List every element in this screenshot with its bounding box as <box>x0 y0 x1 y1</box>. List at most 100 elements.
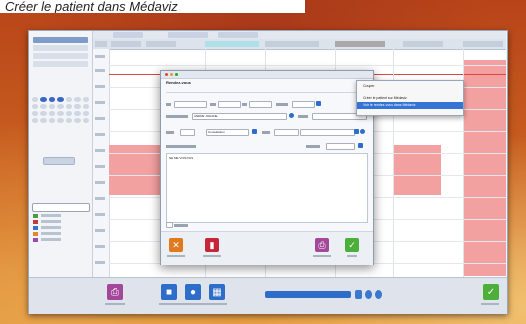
print-appointment-button[interactable]: ⎙ <box>315 238 329 252</box>
ok-button[interactable]: ✓ <box>345 238 359 252</box>
type-label <box>166 131 174 134</box>
search-input[interactable] <box>32 203 90 212</box>
day-cell[interactable] <box>74 97 81 102</box>
day-cell[interactable] <box>32 118 39 123</box>
day-cell[interactable] <box>74 111 81 116</box>
start-time-field[interactable] <box>218 101 241 108</box>
day-header[interactable] <box>146 41 176 47</box>
patient-info-icon[interactable] <box>289 113 294 118</box>
minimize-window-button[interactable] <box>170 73 173 76</box>
day-header[interactable] <box>335 41 385 47</box>
option-checkbox[interactable] <box>166 222 173 228</box>
menu-item-cut[interactable]: Couper <box>357 83 463 90</box>
practitioner-item[interactable] <box>33 37 88 43</box>
day-cell[interactable] <box>40 104 47 109</box>
day-header[interactable] <box>265 41 319 47</box>
day-cell[interactable] <box>48 111 56 116</box>
end-time-field[interactable] <box>249 101 272 108</box>
day-cell[interactable] <box>82 104 89 109</box>
location-info-icon[interactable] <box>360 129 365 134</box>
calendar-icon[interactable] <box>355 290 362 299</box>
menu-item-create-patient[interactable]: Créer le patient sur Médaviz <box>357 95 463 102</box>
legend-item <box>33 231 61 236</box>
time-label <box>95 229 105 232</box>
day-headers <box>93 39 506 50</box>
time-label <box>95 165 105 168</box>
save-button[interactable]: ✓ <box>483 284 499 300</box>
practitioner-item[interactable] <box>33 53 88 59</box>
location-field[interactable] <box>300 129 355 136</box>
day-cell[interactable] <box>65 104 73 109</box>
day-cell[interactable] <box>32 97 39 102</box>
day-cell[interactable] <box>48 118 56 123</box>
date-navigation[interactable] <box>265 291 351 298</box>
day-cell[interactable] <box>65 111 73 116</box>
location-dropdown-icon[interactable] <box>354 129 359 134</box>
zoom-in-icon[interactable] <box>365 290 372 299</box>
day-header[interactable] <box>463 41 503 47</box>
day-header[interactable] <box>205 41 259 47</box>
day-cell[interactable] <box>74 104 81 109</box>
day-cell[interactable] <box>82 118 89 123</box>
appointment-block[interactable] <box>463 60 506 276</box>
status-dropdown-icon[interactable] <box>358 143 363 148</box>
cancel-icon: ✕ <box>172 239 180 250</box>
check-icon: ✓ <box>348 239 356 250</box>
practitioner-item[interactable] <box>33 61 88 67</box>
zoom-out-icon[interactable] <box>375 290 382 299</box>
comment-textarea[interactable]: NE ME VOIS PAS <box>166 153 368 223</box>
phone-label <box>298 115 308 118</box>
day-cell[interactable] <box>57 111 64 116</box>
day-cell[interactable] <box>57 104 64 109</box>
date-field[interactable] <box>174 101 207 108</box>
day-cell[interactable] <box>40 111 47 116</box>
type-color-swatch[interactable] <box>180 129 195 136</box>
type-select[interactable]: Consultation <box>206 129 249 136</box>
menu-item-view-appointment[interactable]: Voir le rendez-vous dans Médaviz <box>357 102 463 109</box>
today-button[interactable] <box>43 157 75 165</box>
time-column <box>93 49 110 277</box>
day-cell[interactable] <box>57 118 64 123</box>
time-label <box>95 117 105 120</box>
day-cell[interactable] <box>32 111 39 116</box>
day-cell[interactable] <box>82 111 89 116</box>
maximize-window-button[interactable] <box>175 73 178 76</box>
toolbar-button[interactable]: ■ <box>161 284 177 300</box>
type-row: Consultation <box>166 129 366 136</box>
color-field[interactable] <box>274 129 299 136</box>
day-cell[interactable] <box>65 97 73 102</box>
delete-button[interactable]: ▮ <box>205 238 219 252</box>
day-cell[interactable] <box>65 118 73 123</box>
patient-row: ANDRE JOHANE <box>166 113 367 120</box>
cancel-button[interactable]: ✕ <box>169 238 183 252</box>
toolbar-labels <box>159 303 227 305</box>
day-cell[interactable] <box>40 97 47 102</box>
type-dropdown-icon[interactable] <box>252 129 257 134</box>
toolbar-button[interactable]: ▦ <box>209 284 225 300</box>
practitioner-item[interactable] <box>33 45 88 51</box>
time-label <box>95 197 105 200</box>
toolbar-button[interactable]: ● <box>185 284 201 300</box>
day-cell[interactable] <box>48 104 56 109</box>
day-cell[interactable] <box>32 104 39 109</box>
close-window-button[interactable] <box>165 73 168 76</box>
status-select[interactable] <box>326 143 355 150</box>
day-cell[interactable] <box>40 118 47 123</box>
day-cell[interactable] <box>57 97 64 102</box>
day-cell[interactable] <box>82 97 89 102</box>
day-cell[interactable] <box>48 97 56 102</box>
comment-label <box>166 145 196 148</box>
duration-field[interactable] <box>292 101 315 108</box>
lock-icon: ■ <box>165 286 173 298</box>
tab-view[interactable] <box>218 32 258 38</box>
day-cell[interactable] <box>74 118 81 123</box>
tab-view[interactable] <box>168 32 208 38</box>
duration-stepper[interactable] <box>316 101 321 106</box>
time-label <box>95 133 105 136</box>
tab-view[interactable] <box>113 32 143 38</box>
day-header[interactable] <box>403 41 443 47</box>
print-button[interactable]: ⎙ <box>107 284 123 300</box>
day-header[interactable] <box>111 41 141 47</box>
time-label <box>95 181 105 184</box>
patient-name-field[interactable]: ANDRE JOHANE <box>192 113 287 120</box>
